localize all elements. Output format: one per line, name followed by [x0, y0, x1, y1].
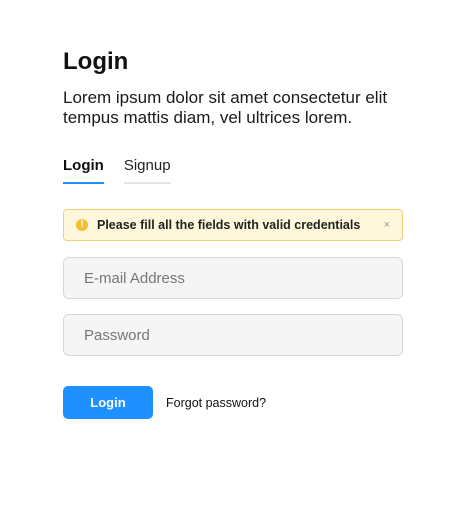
close-icon[interactable]: × — [384, 219, 390, 231]
warning-icon: ! — [76, 219, 88, 231]
tab-signup[interactable]: Signup — [123, 156, 171, 184]
email-field[interactable] — [63, 257, 403, 299]
password-field[interactable] — [63, 314, 403, 356]
validation-alert: ! Please fill all the fields with valid … — [63, 209, 403, 241]
login-panel: Login Lorem ipsum dolor sit amet consect… — [63, 44, 403, 419]
page-title: Login — [63, 48, 129, 75]
login-button[interactable]: Login — [63, 386, 153, 419]
auth-tabs: Login Signup — [63, 156, 403, 184]
forgot-password-link[interactable]: Forgot password? — [166, 396, 266, 410]
form-actions: Login Forgot password? — [63, 386, 403, 419]
tab-login[interactable]: Login — [63, 156, 104, 184]
page-subtitle: Lorem ipsum dolor sit amet consectetur e… — [63, 88, 388, 127]
alert-message: Please fill all the fields with valid cr… — [97, 218, 361, 232]
